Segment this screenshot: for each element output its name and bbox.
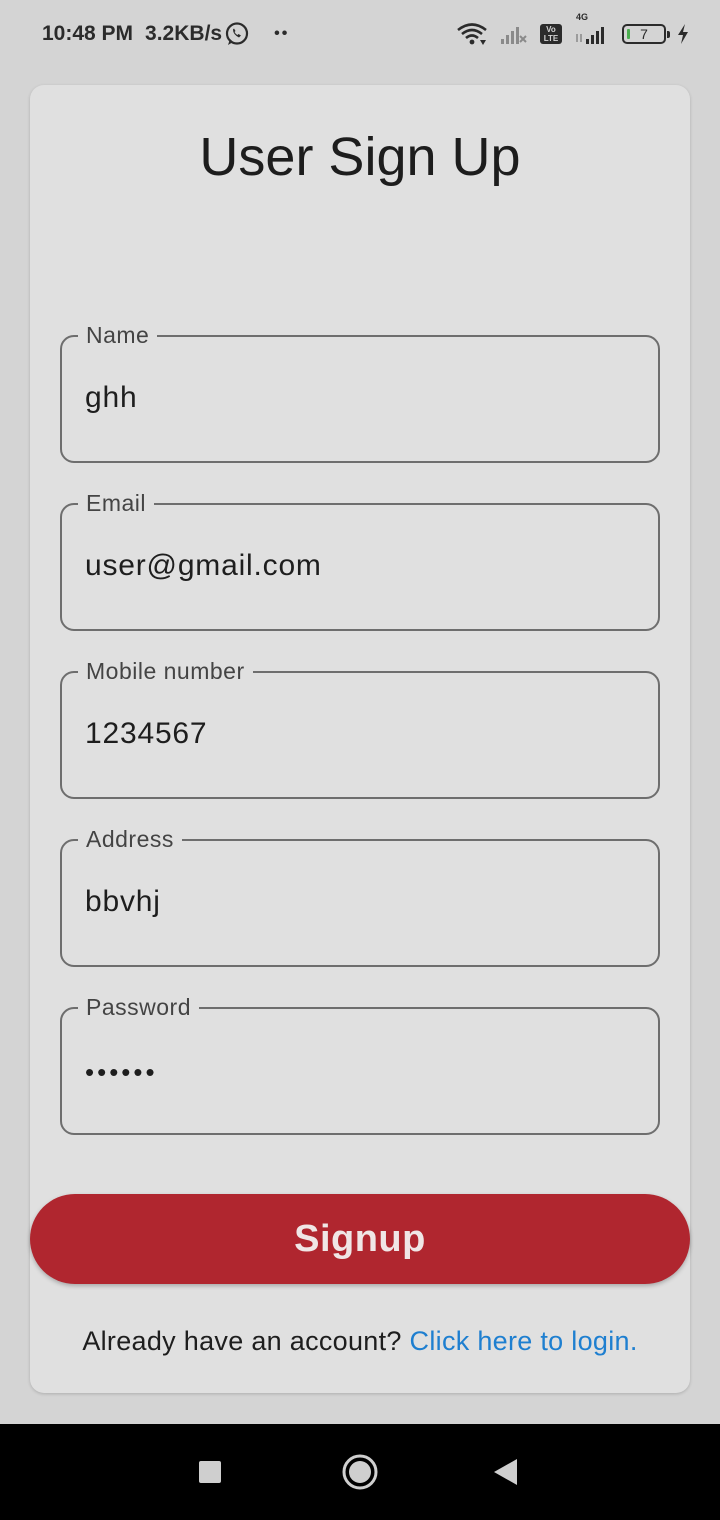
status-bar: 10:48 PM 3.2KB/s •• Vo LTE 4G 7 xyxy=(0,0,720,68)
whatsapp-icon xyxy=(224,21,250,47)
volte-icon: Vo LTE xyxy=(540,24,562,44)
4g-signal-icon: 4G xyxy=(574,12,610,46)
charging-icon xyxy=(676,23,690,45)
address-input[interactable]: bbvhj xyxy=(85,885,625,919)
status-left: 10:48 PM 3.2KB/s •• xyxy=(42,21,289,47)
login-link[interactable]: Click here to login. xyxy=(410,1326,638,1356)
email-label: Email xyxy=(78,488,155,518)
volte-label: Vo LTE xyxy=(540,24,562,44)
address-field[interactable]: Address bbvhj xyxy=(60,824,660,967)
battery-level: 7 xyxy=(640,26,648,42)
battery-icon: 7 xyxy=(622,24,670,44)
email-input[interactable]: user@gmail.com xyxy=(85,549,625,583)
mobile-label: Mobile number xyxy=(78,656,253,686)
screen: 10:48 PM 3.2KB/s •• Vo LTE 4G 7 User Sig… xyxy=(0,0,720,1520)
name-input[interactable]: ghh xyxy=(85,381,625,415)
status-time: 10:48 PM xyxy=(42,22,134,45)
mobile-input[interactable]: 1234567 xyxy=(85,717,625,751)
password-label: Password xyxy=(78,992,199,1022)
network-label: 4G xyxy=(576,12,589,22)
name-field[interactable]: Name ghh xyxy=(60,320,660,463)
signal-icon xyxy=(500,23,528,45)
address-label: Address xyxy=(78,824,182,854)
password-input[interactable]: •••••• xyxy=(85,1057,625,1088)
status-right: Vo LTE 4G 7 xyxy=(456,12,690,46)
navigation-bar xyxy=(0,1424,720,1520)
battery-fill xyxy=(627,29,630,39)
mobile-field[interactable]: Mobile number 1234567 xyxy=(60,656,660,799)
page-title: User Sign Up xyxy=(199,127,521,187)
login-prompt-text: Already have an account? xyxy=(82,1326,410,1356)
name-label: Name xyxy=(78,320,158,350)
home-icon[interactable] xyxy=(338,1450,382,1494)
status-dots: •• xyxy=(274,25,290,42)
status-net-speed: 3.2KB/s xyxy=(145,22,223,45)
login-prompt: Already have an account? Click here to l… xyxy=(0,1326,720,1357)
back-icon[interactable] xyxy=(484,1450,528,1494)
email-field[interactable]: Email user@gmail.com xyxy=(60,488,660,631)
signup-button[interactable]: Signup xyxy=(30,1194,690,1284)
wifi-icon xyxy=(456,22,488,46)
password-field[interactable]: Password •••••• xyxy=(60,992,660,1135)
recents-icon[interactable] xyxy=(188,1450,232,1494)
